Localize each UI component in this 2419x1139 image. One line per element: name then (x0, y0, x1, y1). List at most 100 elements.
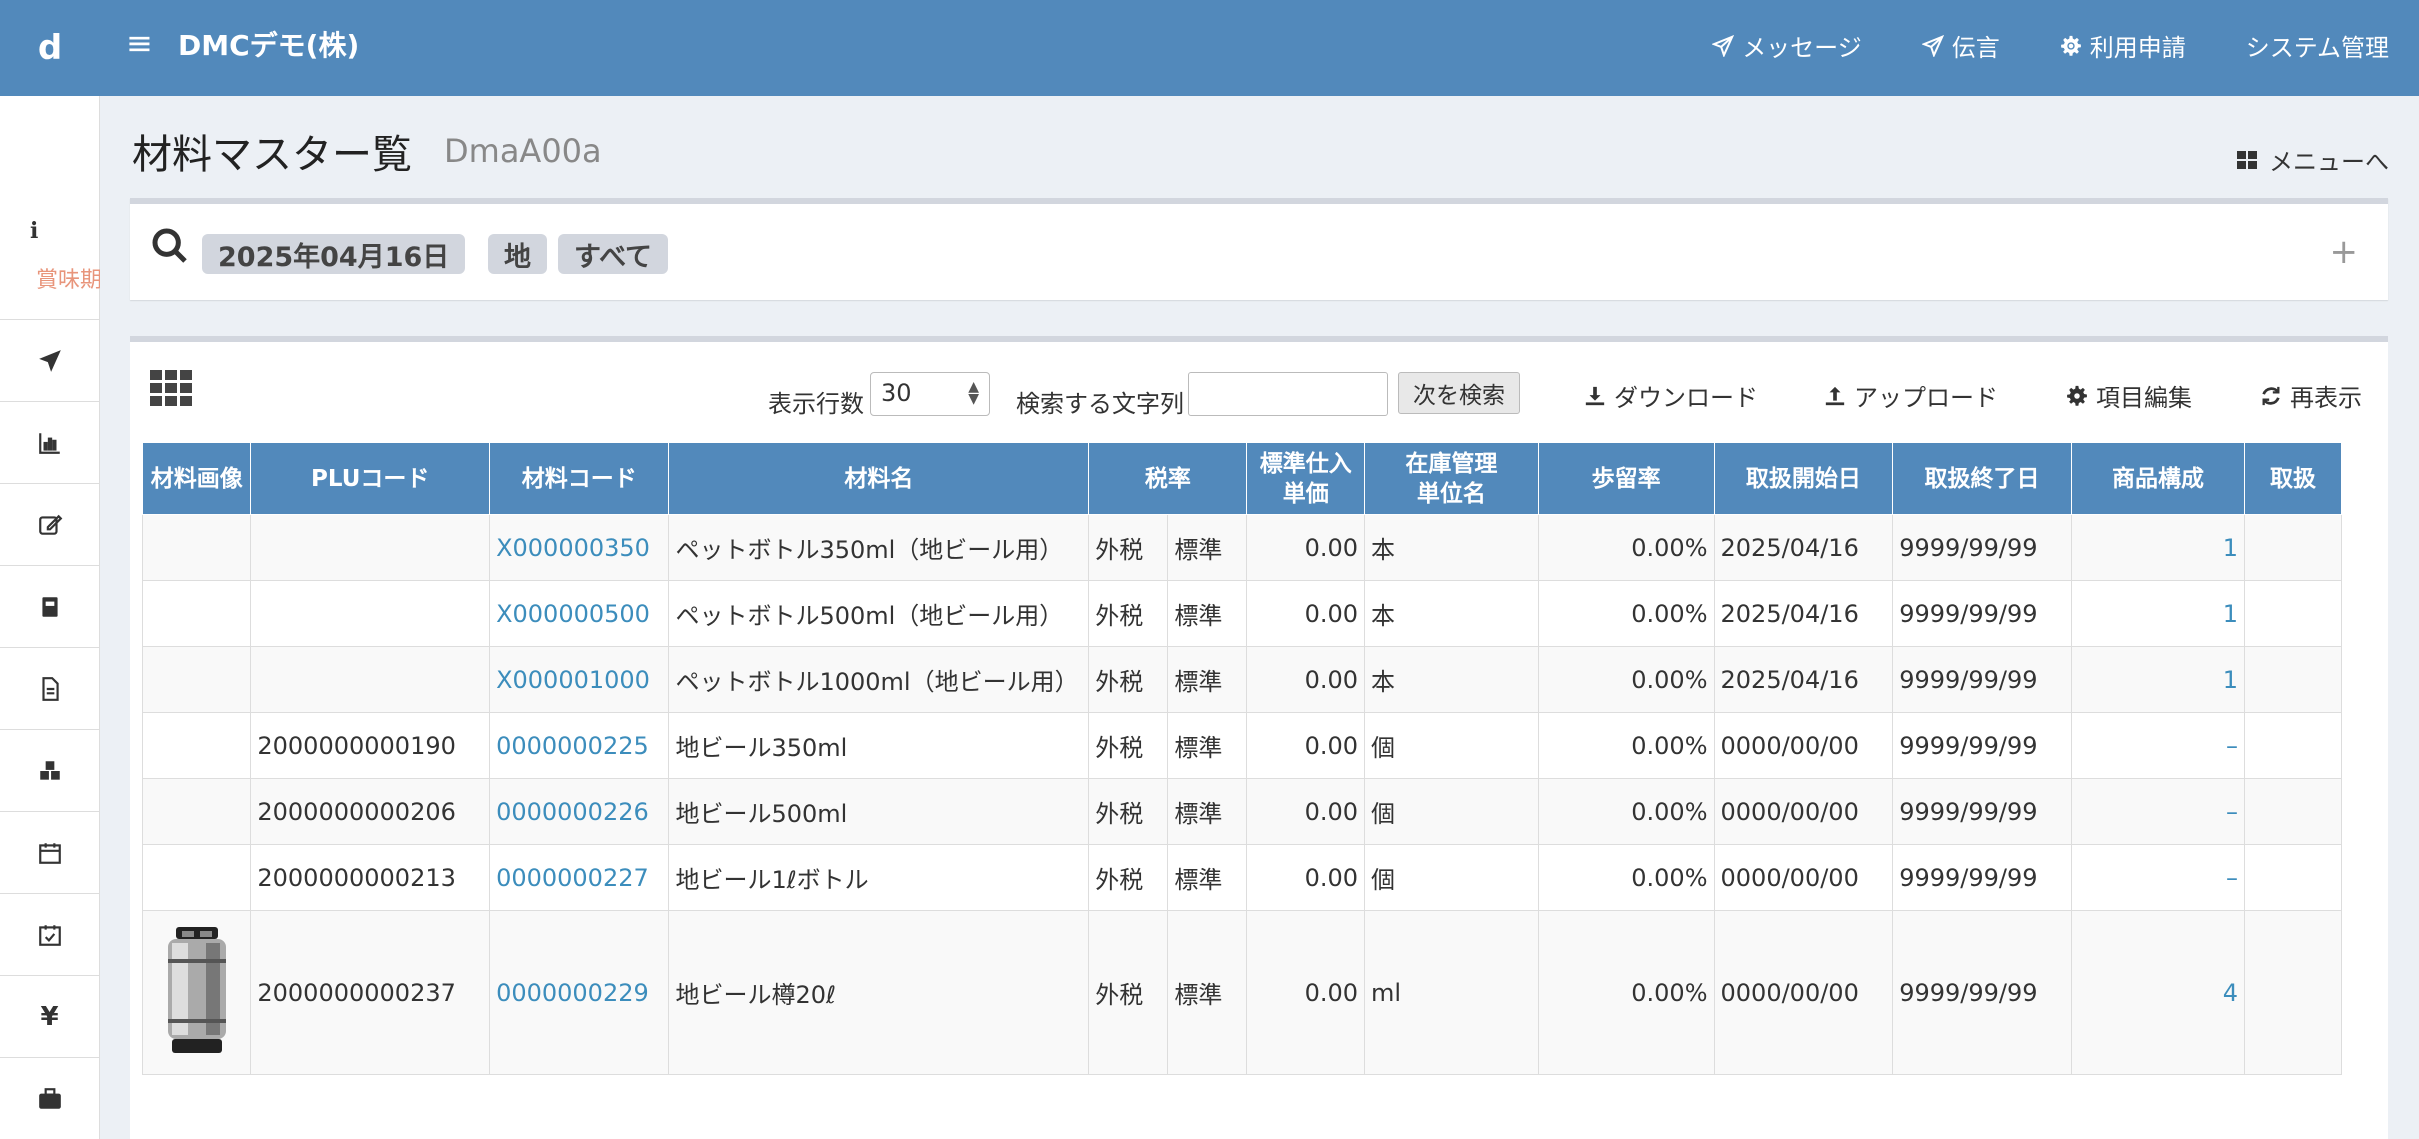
material-code-link[interactable]: X000001000 (489, 646, 670, 713)
material-image-cell[interactable] (142, 910, 252, 1075)
table-row[interactable]: X000001000 ペットボトル1000ml（地ビール用） 外税 標準 0.00 本 0.… (142, 646, 2342, 713)
tax-type-cell: 外税 (1088, 514, 1169, 581)
send-icon (38, 349, 61, 372)
sidebar-item-edit[interactable] (0, 484, 99, 566)
table-row[interactable]: 2000000000190 0000000225 地ビール350ml 外税 標準 0.00… (142, 712, 2342, 779)
edit-icon (38, 514, 62, 535)
refresh-button[interactable]: 再表示 (2260, 378, 2362, 413)
table-row[interactable]: X000000500 ペットボトル500ml（地ビール用） 外税 標準 0.00 本 0.0… (142, 580, 2342, 647)
col-header-yield[interactable]: 歩留率 (1537, 442, 1715, 515)
send-icon (1921, 34, 1944, 57)
sidebar-item-book[interactable] (0, 566, 99, 648)
download-label: ダウンロード (1614, 384, 1758, 412)
app-logo[interactable]: d (0, 0, 100, 96)
col-header-unit[interactable]: 在庫管理 単位名 (1364, 442, 1539, 515)
table-row[interactable]: X000000350 ペットボトル350ml（地ビール用） 外税 標準 0.00 本 0.0… (142, 514, 2342, 581)
download-icon (1585, 386, 1605, 405)
material-image-cell (142, 646, 252, 713)
col-header-handling[interactable]: 取扱 (2244, 442, 2342, 515)
hamburger-menu-icon[interactable]: ≡ (126, 24, 153, 62)
table-row[interactable]: 2000000000237 0000000229 地ビール樽20ℓ 外税 標準 0.00 m… (142, 910, 2342, 1075)
material-name-cell: 地ビール350ml (668, 712, 1090, 779)
sidebar-item-briefcase[interactable] (0, 1058, 99, 1139)
col-header-end[interactable]: 取扱終了日 (1892, 442, 2072, 515)
price-cell: 0.00 (1246, 712, 1366, 779)
find-next-button[interactable]: 次を検索 (1398, 372, 1520, 414)
col-header-plu[interactable]: PLUコード (250, 442, 491, 515)
price-cell: 0.00 (1246, 514, 1366, 581)
table-panel: 表示行数 30 ▲ ▼ 検索する文字列 次を検索 ダウンロード アップロード 項目… (130, 336, 2388, 1139)
nav-memo[interactable]: 伝言 (1921, 28, 2000, 63)
col-header-name[interactable]: 材料名 (668, 442, 1090, 515)
sidebar-item-send[interactable] (0, 320, 99, 402)
upload-button[interactable]: アップロード (1824, 378, 1998, 413)
material-code-link[interactable]: 0000000225 (489, 712, 670, 779)
material-code-link[interactable]: 0000000226 (489, 778, 670, 845)
handling-cell (2244, 778, 2342, 845)
nav-message[interactable]: メッセージ (1712, 28, 1862, 63)
sidebar-item-chart[interactable] (0, 402, 99, 484)
material-code-link[interactable]: 0000000227 (489, 844, 670, 911)
price-cell: 0.00 (1246, 844, 1366, 911)
tax-rate-cell: 標準 (1167, 580, 1248, 647)
start-date-cell: 0000/00/00 (1713, 778, 1894, 845)
composition-link[interactable]: – (2070, 844, 2246, 911)
yield-cell: 0.00% (1537, 580, 1715, 647)
expand-icon[interactable]: + (2330, 232, 2359, 272)
sidebar-item-cubes[interactable] (0, 730, 99, 812)
composition-link[interactable]: – (2070, 712, 2246, 779)
company-name: DMCデモ(株) (178, 29, 360, 62)
sidebar-item-calendar-check[interactable] (0, 894, 99, 976)
material-name-cell: ペットボトル350ml（地ビール用） (668, 514, 1090, 581)
category-chip[interactable]: 地 (488, 234, 547, 274)
col-header-image[interactable]: 材料画像 (142, 442, 252, 515)
sidebar-item-document[interactable] (0, 648, 99, 730)
unit-cell: 本 (1364, 514, 1539, 581)
rows-label: 表示行数 (768, 390, 864, 418)
grid-icon[interactable] (150, 370, 192, 406)
filter-chip[interactable]: すべて (558, 234, 669, 274)
table-row[interactable]: 2000000000206 0000000226 地ビール500ml 外税 標準 0.00… (142, 778, 2342, 845)
nav-usage-request[interactable]: 利用申請 (2060, 28, 2186, 63)
rows-select-value: 30 (881, 379, 912, 407)
col-header-tax[interactable]: 税率 (1088, 442, 1248, 515)
col-header-composition[interactable]: 商品構成 (2070, 442, 2246, 515)
menu-link[interactable]: メニューへ (2235, 142, 2389, 177)
search-icon[interactable] (150, 226, 190, 266)
composition-link[interactable]: 4 (2070, 910, 2246, 1075)
end-date-cell: 9999/99/99 (1892, 712, 2072, 779)
material-image-cell (142, 712, 252, 779)
composition-link[interactable]: 1 (2070, 646, 2246, 713)
col-header-start[interactable]: 取扱開始日 (1713, 442, 1894, 515)
yield-cell: 0.00% (1537, 712, 1715, 779)
col-header-code[interactable]: 材料コード (489, 442, 670, 515)
sidebar-item-calendar[interactable] (0, 812, 99, 894)
col-header-price[interactable]: 標準仕入 単価 (1246, 442, 1366, 515)
rows-select[interactable]: 30 ▲ ▼ (870, 372, 990, 416)
material-image-cell (142, 778, 252, 845)
start-date-cell: 2025/04/16 (1713, 580, 1894, 647)
nav-usage-request-label: 利用申請 (2089, 34, 2186, 62)
unit-cell: 個 (1364, 778, 1539, 845)
plu-cell: 2000000000190 (250, 712, 491, 779)
composition-link[interactable]: 1 (2070, 514, 2246, 581)
nav-system-admin[interactable]: システム管理 (2246, 28, 2389, 63)
composition-link[interactable]: – (2070, 778, 2246, 845)
table-scroll-area[interactable]: 材料画像 PLUコード 材料コード 材料名 税率 標準仕入 単価 在庫管理 単位… (142, 442, 2342, 1082)
edit-items-button[interactable]: 項目編集 (2066, 378, 2192, 413)
composition-link[interactable]: 1 (2070, 580, 2246, 647)
material-code-link[interactable]: X000000500 (489, 580, 670, 647)
page-title: 材料マスター覧 (132, 132, 412, 178)
plu-cell (250, 514, 491, 581)
table-row[interactable]: 2000000000213 0000000227 地ビール1ℓボトル 外税 標準 0.00… (142, 844, 2342, 911)
download-button[interactable]: ダウンロード (1584, 378, 1758, 413)
date-chip[interactable]: 2025年04月16日 (202, 234, 466, 274)
tax-rate-cell: 標準 (1167, 910, 1248, 1075)
material-code-link[interactable]: 0000000229 (489, 910, 670, 1075)
search-string-input[interactable] (1188, 372, 1388, 416)
sidebar-item-yen[interactable]: ¥ (0, 976, 99, 1058)
sidebar-info-panel[interactable]: i 賞味期限 (0, 96, 100, 320)
search-conditions-box: 2025年04月16日 地 すべて + (130, 198, 2388, 300)
yen-icon: ¥ (40, 1001, 59, 1032)
material-code-link[interactable]: X000000350 (489, 514, 670, 581)
